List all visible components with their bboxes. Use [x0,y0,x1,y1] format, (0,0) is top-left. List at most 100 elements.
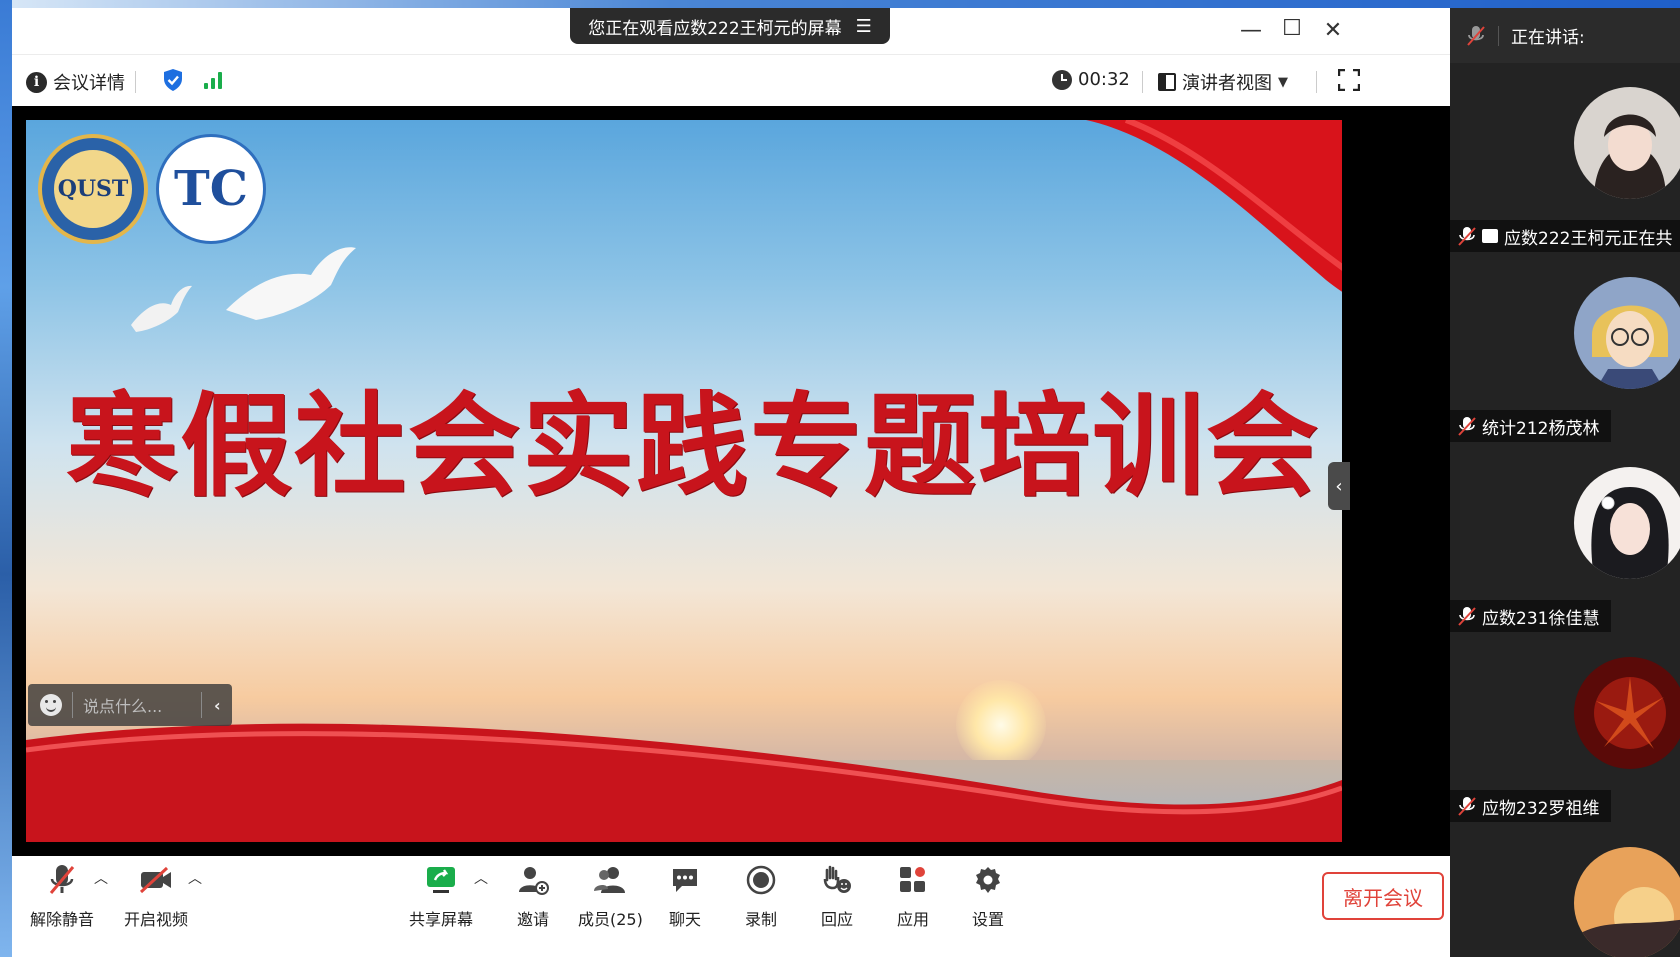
avatar [1574,847,1680,957]
shield-icon[interactable] [162,68,184,92]
mic-off-icon [1467,25,1485,46]
share-banner-text: 您正在观看应数222王柯元的屏幕 [588,18,842,39]
sharing-icon [1482,229,1498,243]
members-label: 成员(25) [578,910,643,929]
slide-title: 寒假社会实践专题培训会 [66,381,1320,512]
shared-screen: QUST TC 寒假社会实践专题培训会 说点什么... ‹ ‹ [12,106,1450,856]
chat-input[interactable]: 说点什么... [83,693,191,717]
qust-logo: QUST [38,134,148,244]
reactions-button[interactable]: 回应 [819,862,855,930]
dove-icon [131,285,192,332]
share-screen-icon [423,862,459,898]
avatar [1574,467,1680,579]
video-off-icon [138,862,174,898]
participant-name: 应数222王柯元正在共 [1504,228,1673,249]
meeting-info-label: 会议详情 [53,73,125,94]
divider [201,692,202,718]
participant-tile[interactable] [1450,823,1680,957]
chevron-up-icon[interactable]: ︿ [94,868,108,888]
divider [1316,71,1317,93]
meeting-window: 您正在观看应数222王柯元的屏幕 ☰ — ☐ ✕ i 会议详情 00:32 演讲… [12,8,1450,957]
qust-logo-text: QUST [54,150,132,228]
apps-label: 应用 [896,910,929,929]
unmute-button[interactable]: 解除静音 [30,862,94,930]
quick-chat-box[interactable]: 说点什么... ‹ [28,684,232,726]
raise-hand-icon [819,862,855,898]
clock-icon [1052,69,1072,90]
chevron-left-icon: ‹ [1335,475,1343,497]
participant-name-tag: 应数222王柯元正在共 [1450,220,1680,252]
menu-icon[interactable]: ☰ [856,16,872,37]
signal-icon[interactable] [204,71,222,89]
mic-off-icon [1458,797,1476,816]
fullscreen-icon[interactable] [1338,69,1360,91]
start-video-label: 开启视频 [124,910,189,929]
leave-meeting-button[interactable]: 离开会议 [1322,872,1444,920]
view-label: 演讲者视图 [1182,73,1272,94]
record-label: 录制 [744,910,777,929]
divider [135,71,136,93]
desktop-top-strip [0,0,1680,8]
mic-off-icon [1458,227,1476,246]
participant-tile[interactable]: 应数231徐佳慧 [1450,443,1680,633]
school-logo: TC [156,134,266,244]
share-banner[interactable]: 您正在观看应数222王柯元的屏幕 ☰ [570,8,890,44]
divider [1498,25,1499,46]
view-switch-button[interactable]: 演讲者视图 ▼ [1158,69,1288,95]
settings-label: 设置 [971,910,1004,929]
participant-name-tag: 应数231徐佳慧 [1450,600,1612,632]
chevron-up-icon[interactable]: ︿ [474,868,488,888]
chevron-up-icon[interactable]: ︿ [188,868,202,888]
emoji-icon[interactable] [40,694,62,716]
close-icon[interactable]: ✕ [1318,18,1348,43]
participants-panel: 正在讲话: 应数222王柯元正在共 统计212杨茂林 应数231徐佳慧 应物23… [1450,8,1680,957]
chat-label: 聊天 [668,910,701,929]
chat-icon [667,862,703,898]
red-ribbon-bottom [26,723,1342,842]
collapse-panel-button[interactable]: ‹ [1328,462,1350,510]
participant-name: 应物232罗祖维 [1482,798,1600,819]
share-screen-button[interactable]: 共享屏幕 [409,862,473,930]
add-user-icon [515,862,551,898]
record-button[interactable]: 录制 [743,862,779,930]
meeting-info-button[interactable]: i 会议详情 [26,69,125,95]
meeting-toolbar: i 会议详情 00:32 演讲者视图 ▼ [12,54,1450,106]
speaking-header: 正在讲话: [1450,8,1680,63]
avatar [1574,87,1680,199]
chevron-down-icon: ▼ [1278,74,1288,90]
start-video-button[interactable]: 开启视频 [124,862,188,930]
chat-button[interactable]: 聊天 [667,862,703,930]
unmute-label: 解除静音 [30,910,95,929]
invite-button[interactable]: 邀请 [515,862,551,930]
info-icon: i [26,71,47,93]
mic-off-icon [1458,607,1476,626]
minimize-icon[interactable]: — [1236,18,1266,43]
title-bar: 您正在观看应数222王柯元的屏幕 ☰ — ☐ ✕ [12,8,1450,54]
dove-icon [226,247,356,320]
reactions-label: 回应 [820,910,853,929]
avatar [1574,657,1680,769]
members-icon [592,862,628,898]
red-ribbon-top [1086,120,1342,292]
maximize-icon[interactable]: ☐ [1277,16,1307,41]
participant-name: 统计212杨茂林 [1482,418,1600,439]
speaker-view-icon [1158,73,1176,91]
apps-button[interactable]: 应用 [895,862,931,930]
participant-tile[interactable]: 应物232罗祖维 [1450,633,1680,823]
participant-name-tag: 应物232罗祖维 [1450,790,1612,822]
mic-off-icon [1458,417,1476,436]
chevron-left-icon[interactable]: ‹ [214,696,221,715]
participant-name-tag: 统计212杨茂林 [1450,410,1612,442]
participant-tile[interactable]: 统计212杨茂林 [1450,253,1680,443]
control-bar: 解除静音 ︿ 开启视频 ︿ 共享屏幕 ︿ 邀请 成员(25) 聊天 录制 回应 … [12,856,1450,957]
apps-icon [895,862,931,898]
members-button[interactable]: 成员(25) [578,862,643,930]
participant-tile[interactable]: 应数222王柯元正在共 [1450,63,1680,253]
timer-text: 00:32 [1078,69,1130,90]
participant-name: 应数231徐佳慧 [1482,608,1600,629]
presentation-slide: QUST TC 寒假社会实践专题培训会 [26,120,1342,842]
settings-button[interactable]: 设置 [970,862,1006,930]
divider [1142,71,1143,93]
mic-off-icon [44,862,80,898]
divider [72,692,73,718]
